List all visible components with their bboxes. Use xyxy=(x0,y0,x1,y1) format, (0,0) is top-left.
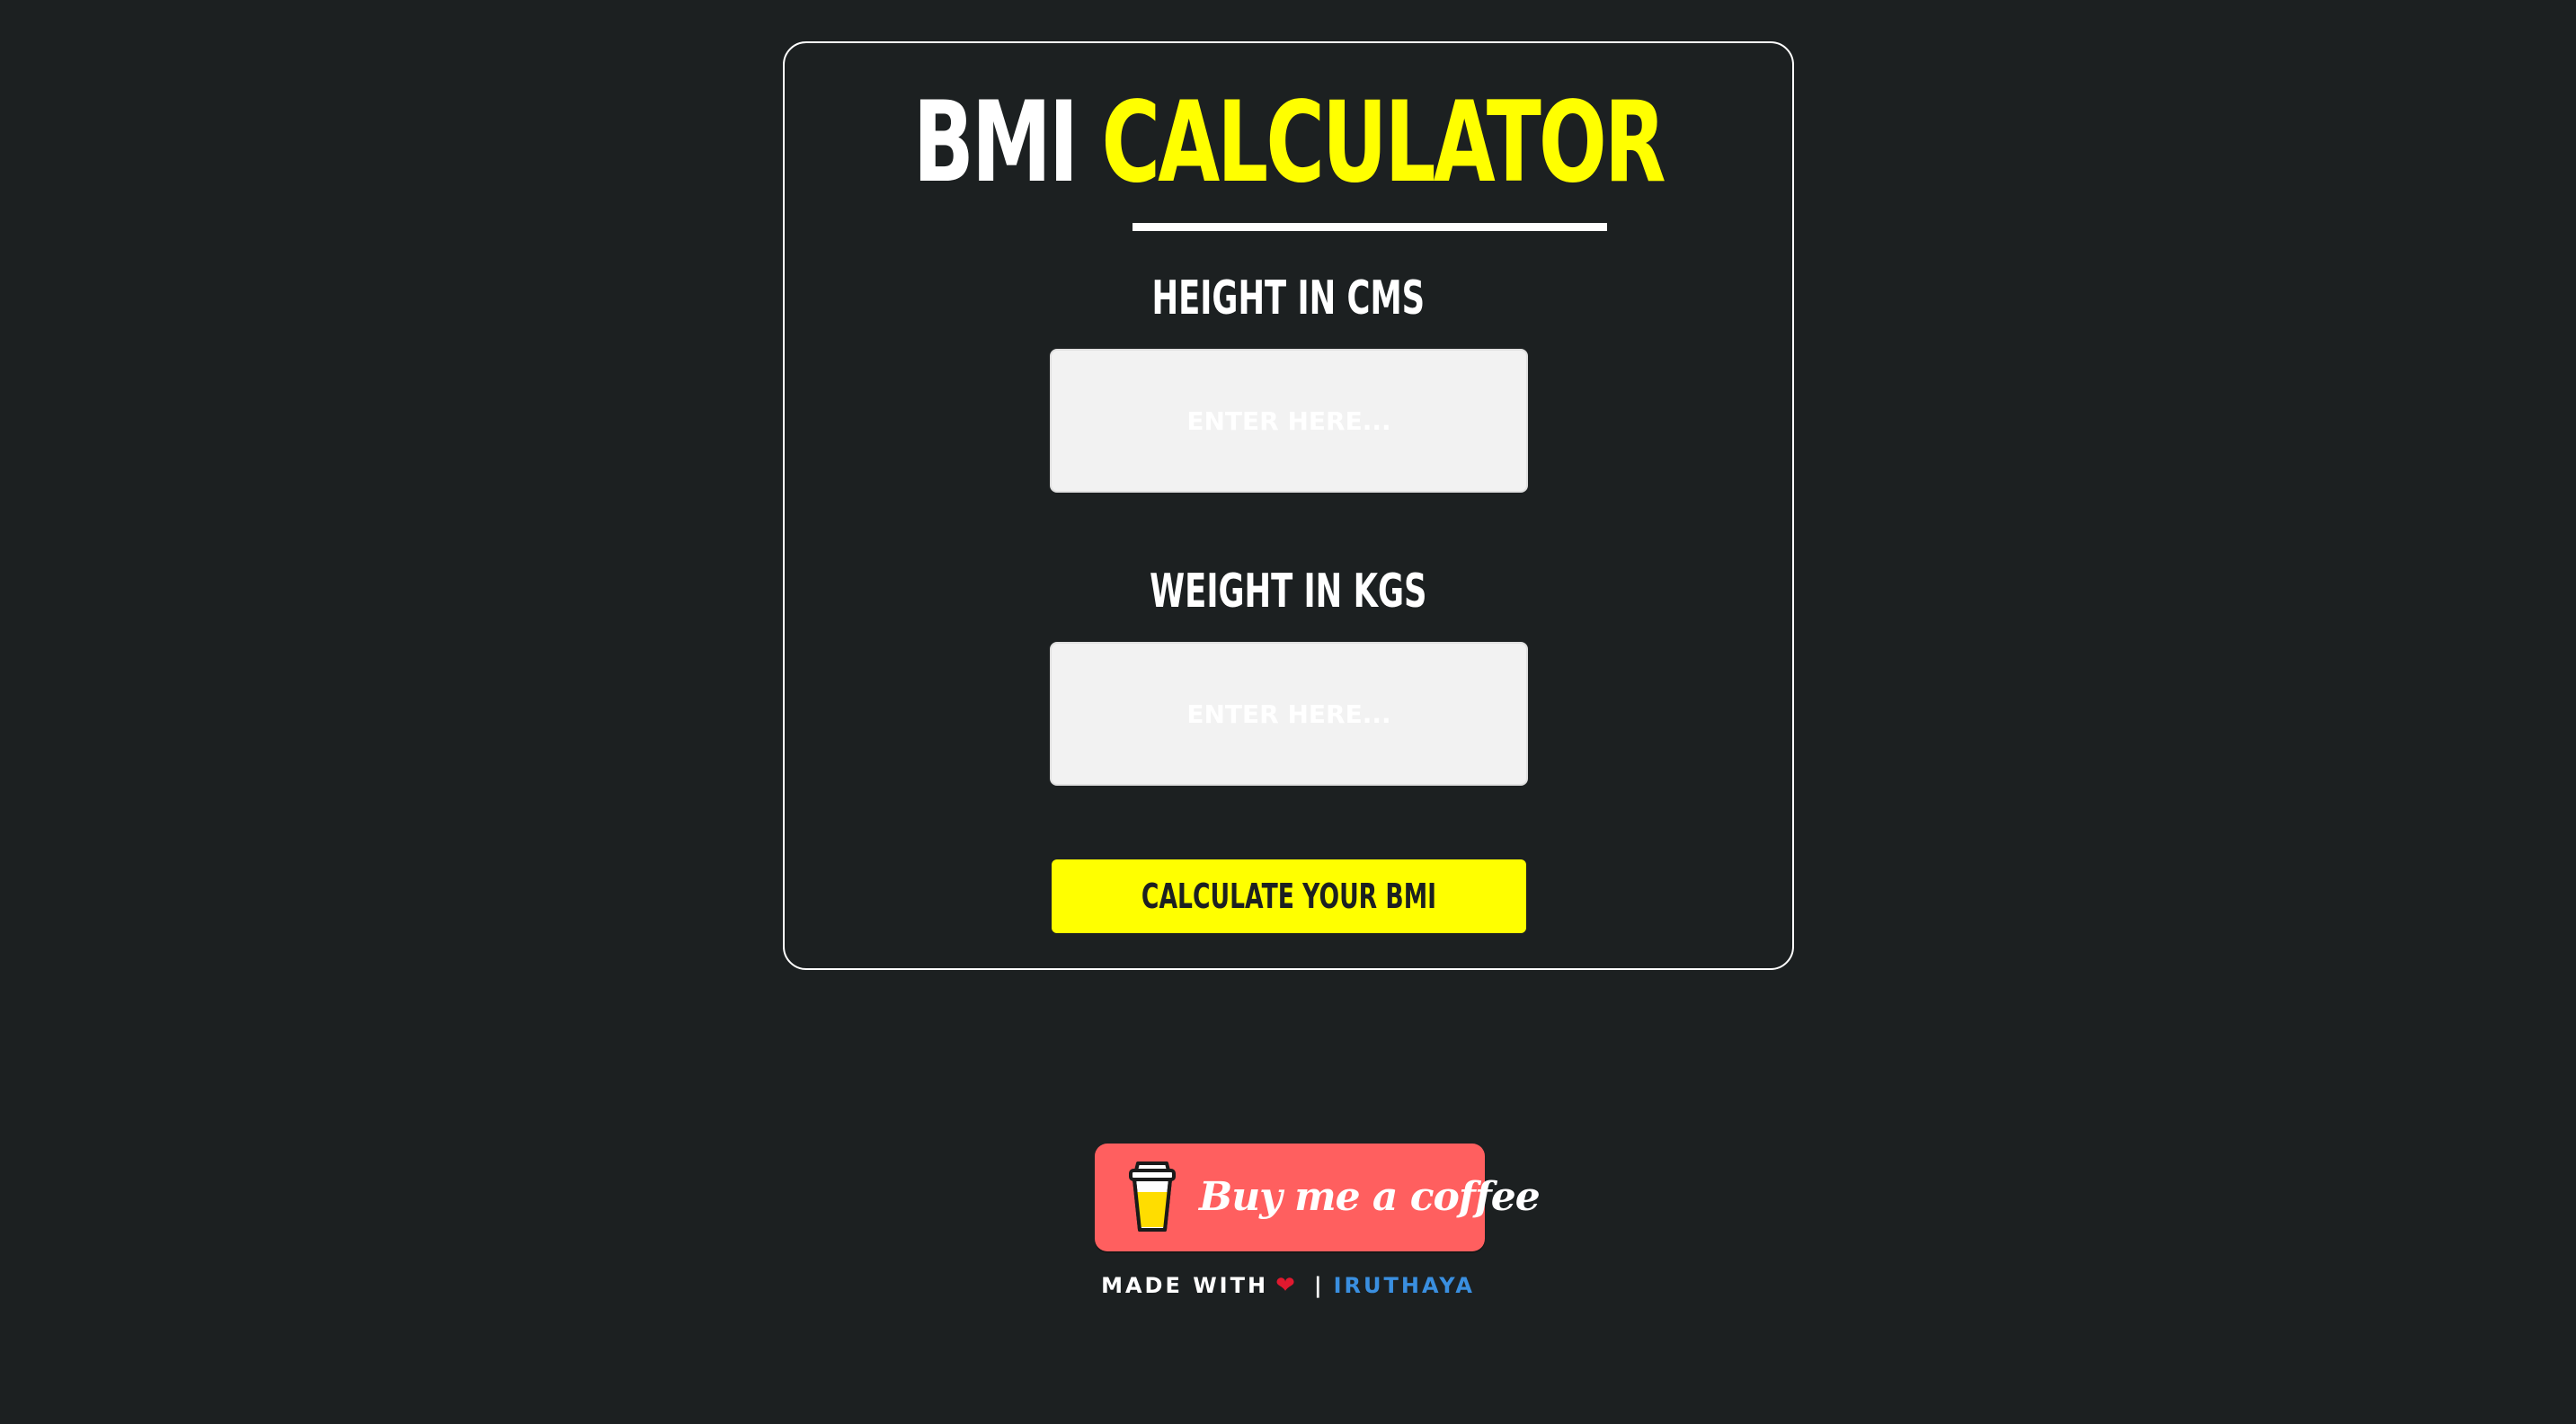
coffee-cup-icon xyxy=(1129,1161,1176,1232)
buy-me-a-coffee-button[interactable]: Buy me a coffee xyxy=(1095,1144,1541,1251)
author-link[interactable]: IRUTHAYA xyxy=(1334,1273,1475,1298)
buy-me-a-coffee-label: Buy me a coffee xyxy=(1199,1174,1541,1220)
footer-credit: MADE WITH ❤ | IRUTHAYA xyxy=(0,1268,2576,1304)
title-underline xyxy=(1133,223,1607,231)
footer-separator: | xyxy=(1313,1273,1325,1298)
heart-icon: ❤ xyxy=(1275,1272,1298,1299)
height-input[interactable] xyxy=(1050,349,1528,493)
calculate-bmi-button[interactable]: CALCULATE YOUR BMI xyxy=(1052,859,1526,933)
title-calculator: CALCULATOR xyxy=(1101,78,1666,208)
calculate-bmi-label: CALCULATE YOUR BMI xyxy=(1141,877,1437,916)
page-title: BMI CALCULATOR xyxy=(361,76,2216,210)
title-bmi: BMI xyxy=(912,78,1079,208)
height-label: HEIGHT IN CMS xyxy=(1151,271,1426,325)
weight-label: WEIGHT IN KGS xyxy=(1150,565,1427,619)
footer-made-with: MADE WITH xyxy=(1101,1273,1269,1298)
weight-input[interactable] xyxy=(1050,642,1528,786)
